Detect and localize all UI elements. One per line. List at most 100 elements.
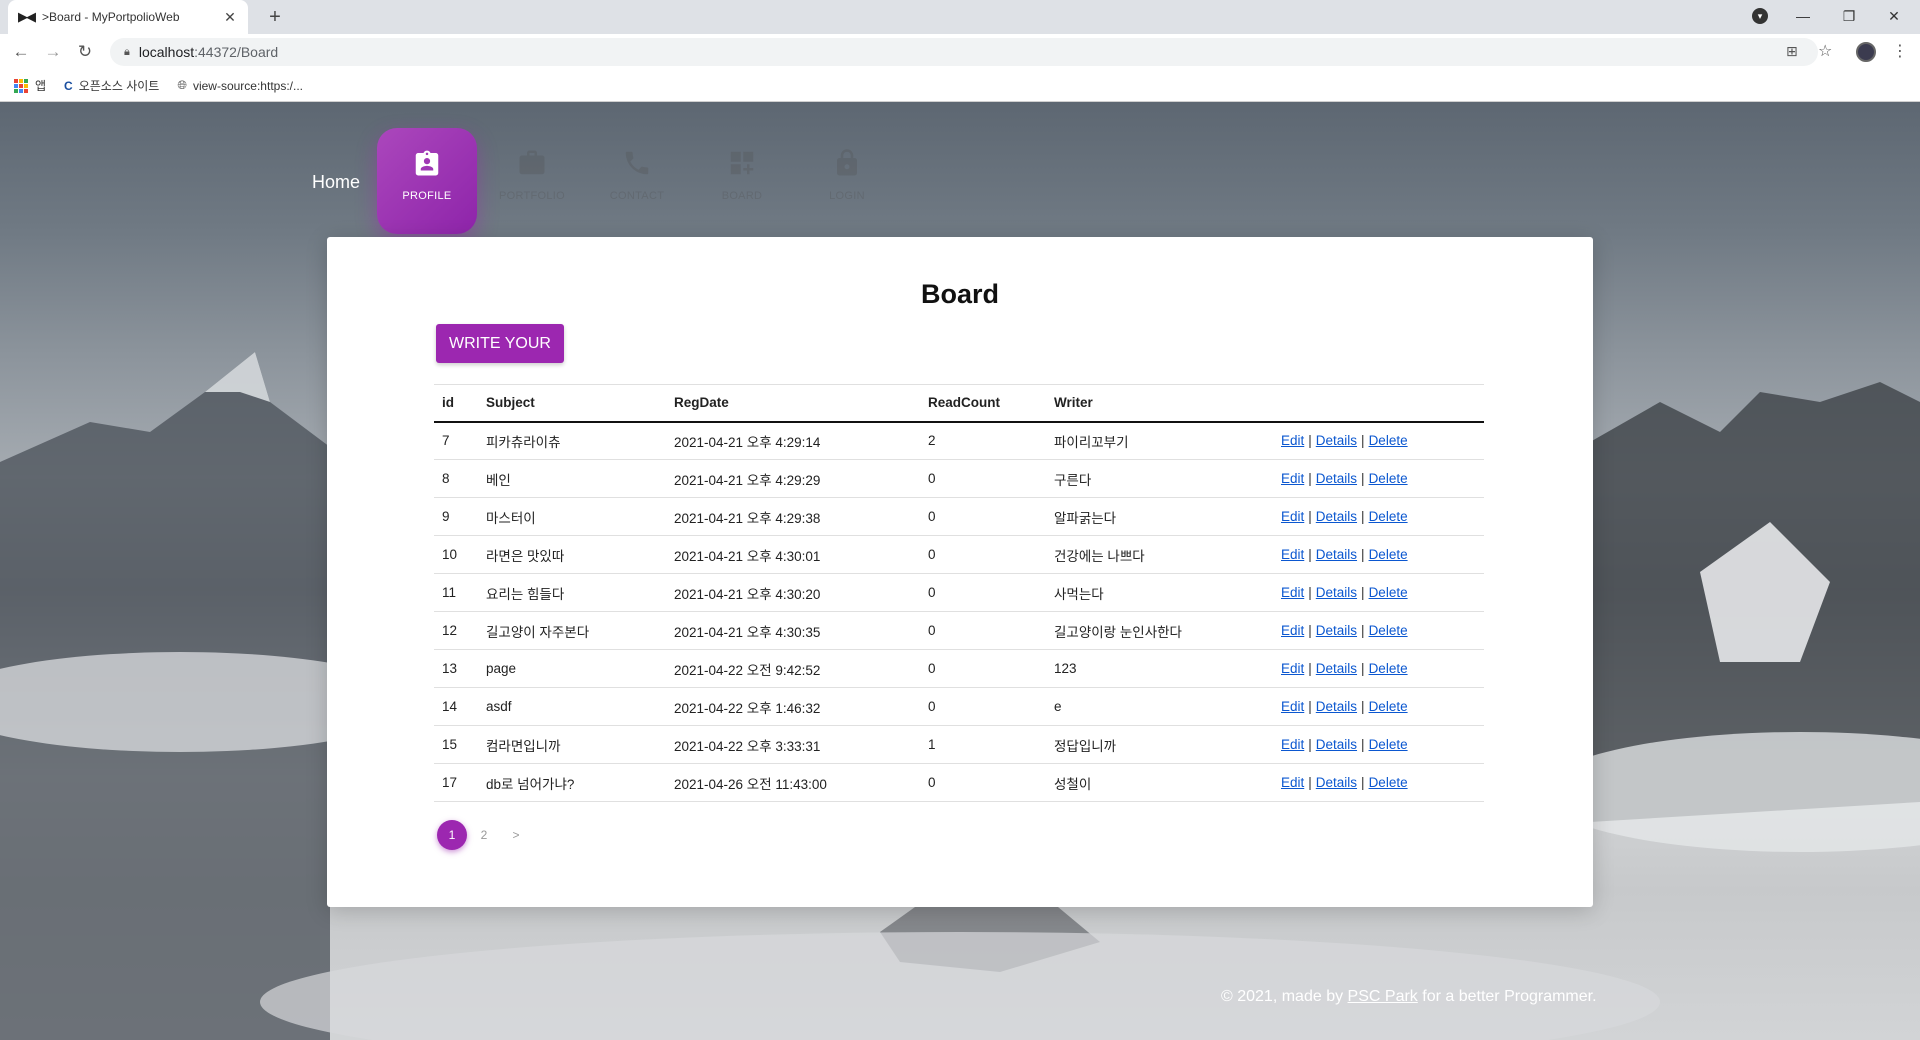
edit-link[interactable]: Edit bbox=[1281, 547, 1304, 562]
cell-readcount: 0 bbox=[920, 573, 1046, 612]
bookmark-opensource[interactable]: C 오픈소스 사이트 bbox=[64, 77, 159, 94]
cell-actions: Edit | Details | Delete bbox=[1273, 497, 1484, 536]
restore-icon[interactable]: ❐ bbox=[1829, 4, 1869, 28]
tab-search-icon[interactable]: ▾ bbox=[1752, 8, 1768, 24]
details-link[interactable]: Details bbox=[1316, 737, 1357, 752]
cell-actions: Edit | Details | Delete bbox=[1273, 421, 1484, 460]
column-header-writer: Writer bbox=[1046, 384, 1273, 423]
nav-item-login[interactable]: LOGIN bbox=[797, 128, 897, 234]
cell-subject: 피카츄라이츄 bbox=[478, 421, 666, 460]
edit-link[interactable]: Edit bbox=[1281, 775, 1304, 790]
cell-id: 8 bbox=[434, 459, 478, 498]
action-separator: | bbox=[1308, 737, 1312, 752]
cell-id: 10 bbox=[434, 535, 478, 574]
details-link[interactable]: Details bbox=[1316, 547, 1357, 562]
details-link[interactable]: Details bbox=[1316, 585, 1357, 600]
cell-actions: Edit | Details | Delete bbox=[1273, 535, 1484, 574]
bookmark-label: view-source:https:/... bbox=[192, 78, 303, 93]
delete-link[interactable]: Delete bbox=[1369, 547, 1408, 562]
reload-icon[interactable]: ↻ bbox=[74, 41, 96, 63]
delete-link[interactable]: Delete bbox=[1369, 775, 1408, 790]
cell-regdate: 2021-04-21 오후 4:29:29 bbox=[666, 459, 920, 498]
address-bar[interactable]: 🔒︎ localhost:44372/Board bbox=[110, 38, 1818, 66]
bookmark-view-source[interactable]: 🌐︎ view-source:https:/... bbox=[177, 78, 303, 93]
board-table: id Subject RegDate ReadCount Writer 7 피카츄… bbox=[434, 384, 1484, 802]
delete-link[interactable]: Delete bbox=[1369, 585, 1408, 600]
nav-item-portfolio[interactable]: PORTFOLIO bbox=[482, 128, 582, 234]
bookmark-apps[interactable]: 앱 bbox=[14, 77, 46, 94]
details-link[interactable]: Details bbox=[1316, 775, 1357, 790]
browser-menu-icon[interactable]: ⋮ bbox=[1892, 41, 1908, 61]
nav-label: BOARD bbox=[721, 190, 763, 202]
edit-link[interactable]: Edit bbox=[1281, 433, 1304, 448]
cell-writer: 성철이 bbox=[1046, 763, 1273, 802]
cell-writer: 정답입니까 bbox=[1046, 725, 1273, 764]
window-close-icon[interactable]: ✕ bbox=[1874, 4, 1914, 28]
bookmark-star-icon[interactable]: ☆ bbox=[1818, 41, 1832, 61]
cell-id: 11 bbox=[434, 573, 478, 612]
table-header-row: id Subject RegDate ReadCount Writer bbox=[434, 384, 1484, 423]
details-link[interactable]: Details bbox=[1316, 471, 1357, 486]
translate-icon[interactable]: ⊞ bbox=[1786, 43, 1798, 60]
details-link[interactable]: Details bbox=[1316, 433, 1357, 448]
edit-link[interactable]: Edit bbox=[1281, 623, 1304, 638]
cell-readcount: 0 bbox=[920, 535, 1046, 574]
column-header-id: id bbox=[434, 384, 478, 423]
forward-icon[interactable]: → bbox=[42, 41, 64, 63]
action-separator: | bbox=[1361, 737, 1365, 752]
delete-link[interactable]: Delete bbox=[1369, 699, 1408, 714]
page-link-1[interactable]: 1 bbox=[437, 820, 467, 850]
new-tab-icon[interactable]: + bbox=[262, 4, 288, 30]
write-post-button[interactable]: WRITE YOUR bbox=[436, 324, 564, 363]
cell-readcount: 2 bbox=[920, 421, 1046, 460]
cell-regdate: 2021-04-22 오후 1:46:32 bbox=[666, 687, 920, 726]
nav-item-contact[interactable]: CONTACT bbox=[587, 128, 687, 234]
back-icon[interactable]: ← bbox=[10, 41, 32, 63]
apps-grid-icon bbox=[14, 78, 28, 93]
delete-link[interactable]: Delete bbox=[1369, 433, 1408, 448]
profile-avatar[interactable] bbox=[1856, 42, 1876, 62]
cell-regdate: 2021-04-21 오후 4:29:38 bbox=[666, 497, 920, 536]
table-row: 15 컴라면입니까 2021-04-22 오후 3:33:31 1 정답입니까 Edit |… bbox=[434, 725, 1484, 764]
edit-link[interactable]: Edit bbox=[1281, 509, 1304, 524]
cell-writer: 길고양이랑 눈인사한다 bbox=[1046, 611, 1273, 650]
minimize-icon[interactable]: — bbox=[1783, 4, 1823, 28]
delete-link[interactable]: Delete bbox=[1369, 509, 1408, 524]
delete-link[interactable]: Delete bbox=[1369, 471, 1408, 486]
cell-subject: 마스터이 bbox=[478, 497, 666, 536]
board-table-body: 7 피카츄라이츄 2021-04-21 오후 4:29:14 2 파이리꼬부기 Edit |… bbox=[434, 421, 1484, 802]
table-row: 8 베인 2021-04-21 오후 4:29:29 0 구른다 Edit | Details… bbox=[434, 459, 1484, 498]
edit-link[interactable]: Edit bbox=[1281, 661, 1304, 676]
table-row: 13 page 2021-04-22 오전 9:42:52 0 123 Edit | Deta… bbox=[434, 649, 1484, 688]
nav-item-board[interactable]: BOARD bbox=[692, 128, 792, 234]
delete-link[interactable]: Delete bbox=[1369, 661, 1408, 676]
details-link[interactable]: Details bbox=[1316, 661, 1357, 676]
nav-home-link[interactable]: Home bbox=[312, 172, 360, 193]
edit-link[interactable]: Edit bbox=[1281, 699, 1304, 714]
edit-link[interactable]: Edit bbox=[1281, 471, 1304, 486]
table-row: 10 라면은 맛있따 2021-04-21 오후 4:30:01 0 건강에는 나쁘다 E… bbox=[434, 535, 1484, 574]
edit-link[interactable]: Edit bbox=[1281, 737, 1304, 752]
nav-label: CONTACT bbox=[609, 190, 665, 202]
footer-author-link[interactable]: PSC Park bbox=[1348, 988, 1418, 1005]
action-separator: | bbox=[1308, 699, 1312, 714]
tab-close-icon[interactable]: ✕ bbox=[222, 9, 238, 26]
action-separator: | bbox=[1361, 775, 1365, 790]
browser-tab-bar: ▶◀ >Board - MyPortpolioWeb ✕ + ▾ — ❐ ✕ bbox=[0, 0, 1920, 34]
edit-link[interactable]: Edit bbox=[1281, 585, 1304, 600]
action-separator: | bbox=[1308, 775, 1312, 790]
cell-actions: Edit | Details | Delete bbox=[1273, 573, 1484, 612]
details-link[interactable]: Details bbox=[1316, 623, 1357, 638]
cell-subject: asdf bbox=[478, 687, 666, 726]
tab-title: >Board - MyPortpolioWeb bbox=[42, 10, 180, 24]
page-next-link[interactable]: > bbox=[501, 820, 531, 850]
browser-tab[interactable]: ▶◀ >Board - MyPortpolioWeb ✕ bbox=[8, 0, 248, 34]
nav-item-profile[interactable]: PROFILE bbox=[377, 128, 477, 234]
globe-icon: 🌐︎ bbox=[177, 78, 187, 92]
cell-id: 17 bbox=[434, 763, 478, 802]
details-link[interactable]: Details bbox=[1316, 699, 1357, 714]
delete-link[interactable]: Delete bbox=[1369, 737, 1408, 752]
delete-link[interactable]: Delete bbox=[1369, 623, 1408, 638]
page-link-2[interactable]: 2 bbox=[469, 820, 499, 850]
details-link[interactable]: Details bbox=[1316, 509, 1357, 524]
